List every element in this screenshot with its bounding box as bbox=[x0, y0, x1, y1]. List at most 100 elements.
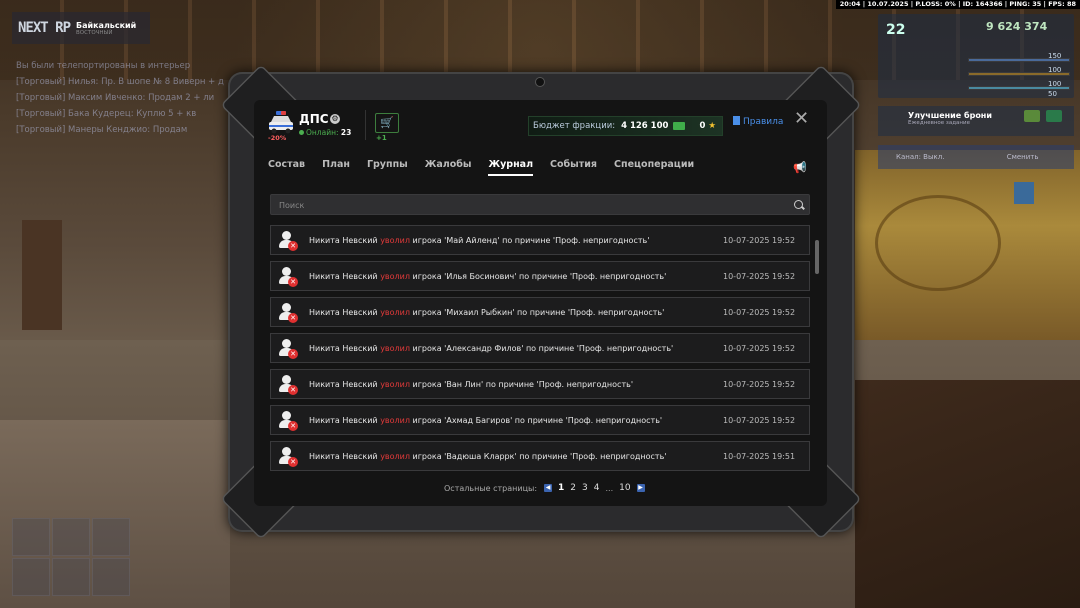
shop-cart-button[interactable]: 🛒 bbox=[375, 113, 399, 133]
journal-text: Никита Невский уволил игрока 'Ахмад Баги… bbox=[309, 416, 723, 425]
pagination: Остальные страницы: ◀ 1 2 3 4 ... 10 ▶ bbox=[444, 483, 648, 493]
avatar-head bbox=[282, 375, 291, 384]
tab-special-ops[interactable]: Спецоперации bbox=[614, 159, 694, 176]
tab-groups[interactable]: Группы bbox=[367, 159, 408, 176]
journal-text: Никита Невский уволил игрока 'Михаил Рыб… bbox=[309, 308, 723, 317]
avatar-head bbox=[282, 231, 291, 240]
police-car-icon bbox=[269, 111, 293, 134]
journal-action: уволил bbox=[380, 235, 410, 245]
online-indicator: Онлайн: 23 bbox=[299, 128, 351, 137]
journal-text: Никита Невский уволил игрока 'Май Айленд… bbox=[309, 236, 723, 245]
quick-slot[interactable] bbox=[92, 558, 130, 596]
page-3[interactable]: 3 bbox=[582, 483, 588, 493]
server-info: Байкальский ВОСТОЧНЫЙ bbox=[76, 21, 136, 36]
channel-change-link[interactable]: Сменить bbox=[1007, 153, 1039, 161]
avatar: ✕ bbox=[277, 302, 298, 323]
tablet-screen: -20% ДПС ⚙ Онлайн: 23 🛒 +1 Бюджет фракци… bbox=[254, 100, 827, 506]
journal-actor: Никита Невский bbox=[309, 415, 378, 425]
journal-actor: Никита Невский bbox=[309, 451, 378, 461]
search-input[interactable] bbox=[271, 195, 781, 216]
avatar: ✕ bbox=[277, 230, 298, 251]
journal-action: уволил bbox=[380, 415, 410, 425]
settings-gear-icon[interactable]: ⚙ bbox=[330, 114, 340, 124]
page-2[interactable]: 2 bbox=[570, 483, 576, 493]
star-icon: ★ bbox=[708, 121, 716, 131]
journal-rest: игрока 'Ван Лин' по причине 'Проф. непри… bbox=[409, 379, 634, 389]
pager-label: Остальные страницы: bbox=[444, 483, 538, 493]
player-money: 9 624 374 bbox=[986, 20, 1048, 33]
tab-bar: Состав План Группы Жалобы Журнал События… bbox=[268, 159, 711, 176]
journal-rest: игрока 'Вадюша Кларрк' по причине 'Проф.… bbox=[409, 451, 667, 461]
journal-actor: Никита Невский bbox=[309, 271, 378, 281]
avatar: ✕ bbox=[277, 410, 298, 431]
hunger-value: 100 bbox=[1048, 66, 1062, 74]
quick-slot[interactable] bbox=[52, 558, 90, 596]
journal-row: ✕ Никита Невский уволил игрока 'Илья Боси… bbox=[270, 261, 810, 291]
rules-link[interactable]: Правила bbox=[733, 116, 783, 127]
fired-x-icon: ✕ bbox=[288, 457, 298, 467]
search-icon[interactable] bbox=[794, 200, 803, 209]
journal-time: 10-07-2025 19:52 bbox=[723, 271, 796, 281]
journal-row: ✕ Никита Невский уволил игрока 'Май Айлен… bbox=[270, 225, 810, 255]
journal-time: 10-07-2025 19:52 bbox=[723, 343, 796, 353]
faction-name: ДПС bbox=[299, 112, 329, 126]
tab-plan[interactable]: План bbox=[322, 159, 350, 176]
server-logo: NEXT RP bbox=[18, 20, 71, 36]
fired-x-icon: ✕ bbox=[288, 349, 298, 359]
budget-value: 4 126 100 bbox=[621, 121, 669, 131]
next-page-button[interactable]: ▶ bbox=[636, 484, 645, 492]
journal-actor: Никита Невский bbox=[309, 379, 378, 389]
quick-slot[interactable] bbox=[12, 518, 50, 556]
player-level: 22 bbox=[886, 22, 906, 38]
page-1[interactable]: 1 bbox=[558, 483, 564, 493]
discount-badge: -20% bbox=[268, 134, 287, 142]
camera-icon bbox=[535, 77, 545, 87]
tab-complaints[interactable]: Жалобы bbox=[425, 159, 472, 176]
avatar-head bbox=[282, 267, 291, 276]
chat-log: Вы были телепортированы в интерьер [Торг… bbox=[16, 58, 226, 138]
journal-text: Никита Невский уволил игрока 'Александр … bbox=[309, 344, 723, 353]
book-icon bbox=[733, 116, 740, 125]
budget-label: Бюджет фракции: bbox=[533, 121, 616, 131]
journal-action: уволил bbox=[380, 307, 410, 317]
journal-row: ✕ Никита Невский уволил игрока 'Ахмад Баг… bbox=[270, 405, 810, 435]
channel-label: Канал: Выкл. bbox=[896, 153, 945, 161]
avatar: ✕ bbox=[277, 374, 298, 395]
journal-text: Никита Невский уволил игрока 'Вадюша Кла… bbox=[309, 452, 723, 461]
daily-task-panel[interactable]: Улучшение брони Ежедневное задание bbox=[878, 106, 1074, 136]
faction-budget: Бюджет фракции: 4 126 100 0 ★ bbox=[528, 116, 723, 136]
journal-time: 10-07-2025 19:52 bbox=[723, 235, 796, 245]
status-topbar: 20:04 | 10.07.2025 | P.LOSS: 0% | ID: 16… bbox=[835, 0, 1080, 9]
tab-sostav[interactable]: Состав bbox=[268, 159, 305, 176]
rules-label: Правила bbox=[743, 117, 784, 127]
player-stats-panel: 22 9 624 374 150 100 100 50 bbox=[878, 14, 1074, 98]
tablet-header: -20% ДПС ⚙ Онлайн: 23 🛒 +1 Бюджет фракци… bbox=[254, 100, 827, 150]
quick-slot[interactable] bbox=[12, 558, 50, 596]
megaphone-icon[interactable]: 📢 bbox=[793, 161, 809, 174]
journal-rest: игрока 'Илья Босинович' по причине 'Проф… bbox=[409, 271, 667, 281]
prev-page-button[interactable]: ◀ bbox=[544, 484, 553, 492]
armor-value: 50 bbox=[1048, 90, 1057, 98]
page-last[interactable]: 10 bbox=[619, 483, 630, 493]
journal-action: уволил bbox=[380, 271, 410, 281]
quick-slot[interactable] bbox=[92, 518, 130, 556]
tab-journal[interactable]: Журнал bbox=[488, 159, 534, 176]
tab-events[interactable]: События bbox=[550, 159, 597, 176]
quick-slot[interactable] bbox=[52, 518, 90, 556]
chat-line: Вы были телепортированы в интерьер bbox=[16, 61, 191, 71]
server-sub: ВОСТОЧНЫЙ bbox=[76, 29, 113, 36]
avatar: ✕ bbox=[277, 266, 298, 287]
journal-row: ✕ Никита Невский уволил игрока 'Вадюша Кл… bbox=[270, 441, 810, 471]
journal-actor: Никита Невский bbox=[309, 235, 378, 245]
page-4[interactable]: 4 bbox=[594, 483, 600, 493]
server-logo-box: NEXT RP Байкальский ВОСТОЧНЫЙ bbox=[12, 12, 150, 44]
header-divider bbox=[365, 110, 366, 140]
close-icon[interactable]: ✕ bbox=[794, 110, 809, 128]
map-icon[interactable] bbox=[1014, 182, 1034, 204]
online-label: Онлайн: bbox=[306, 128, 339, 137]
cart-badge: +1 bbox=[376, 134, 387, 142]
journal-time: 10-07-2025 19:52 bbox=[723, 307, 796, 317]
voice-channel-panel[interactable]: Канал: Выкл. Сменить bbox=[878, 145, 1074, 169]
fired-x-icon: ✕ bbox=[288, 277, 298, 287]
scrollbar[interactable] bbox=[815, 240, 819, 274]
